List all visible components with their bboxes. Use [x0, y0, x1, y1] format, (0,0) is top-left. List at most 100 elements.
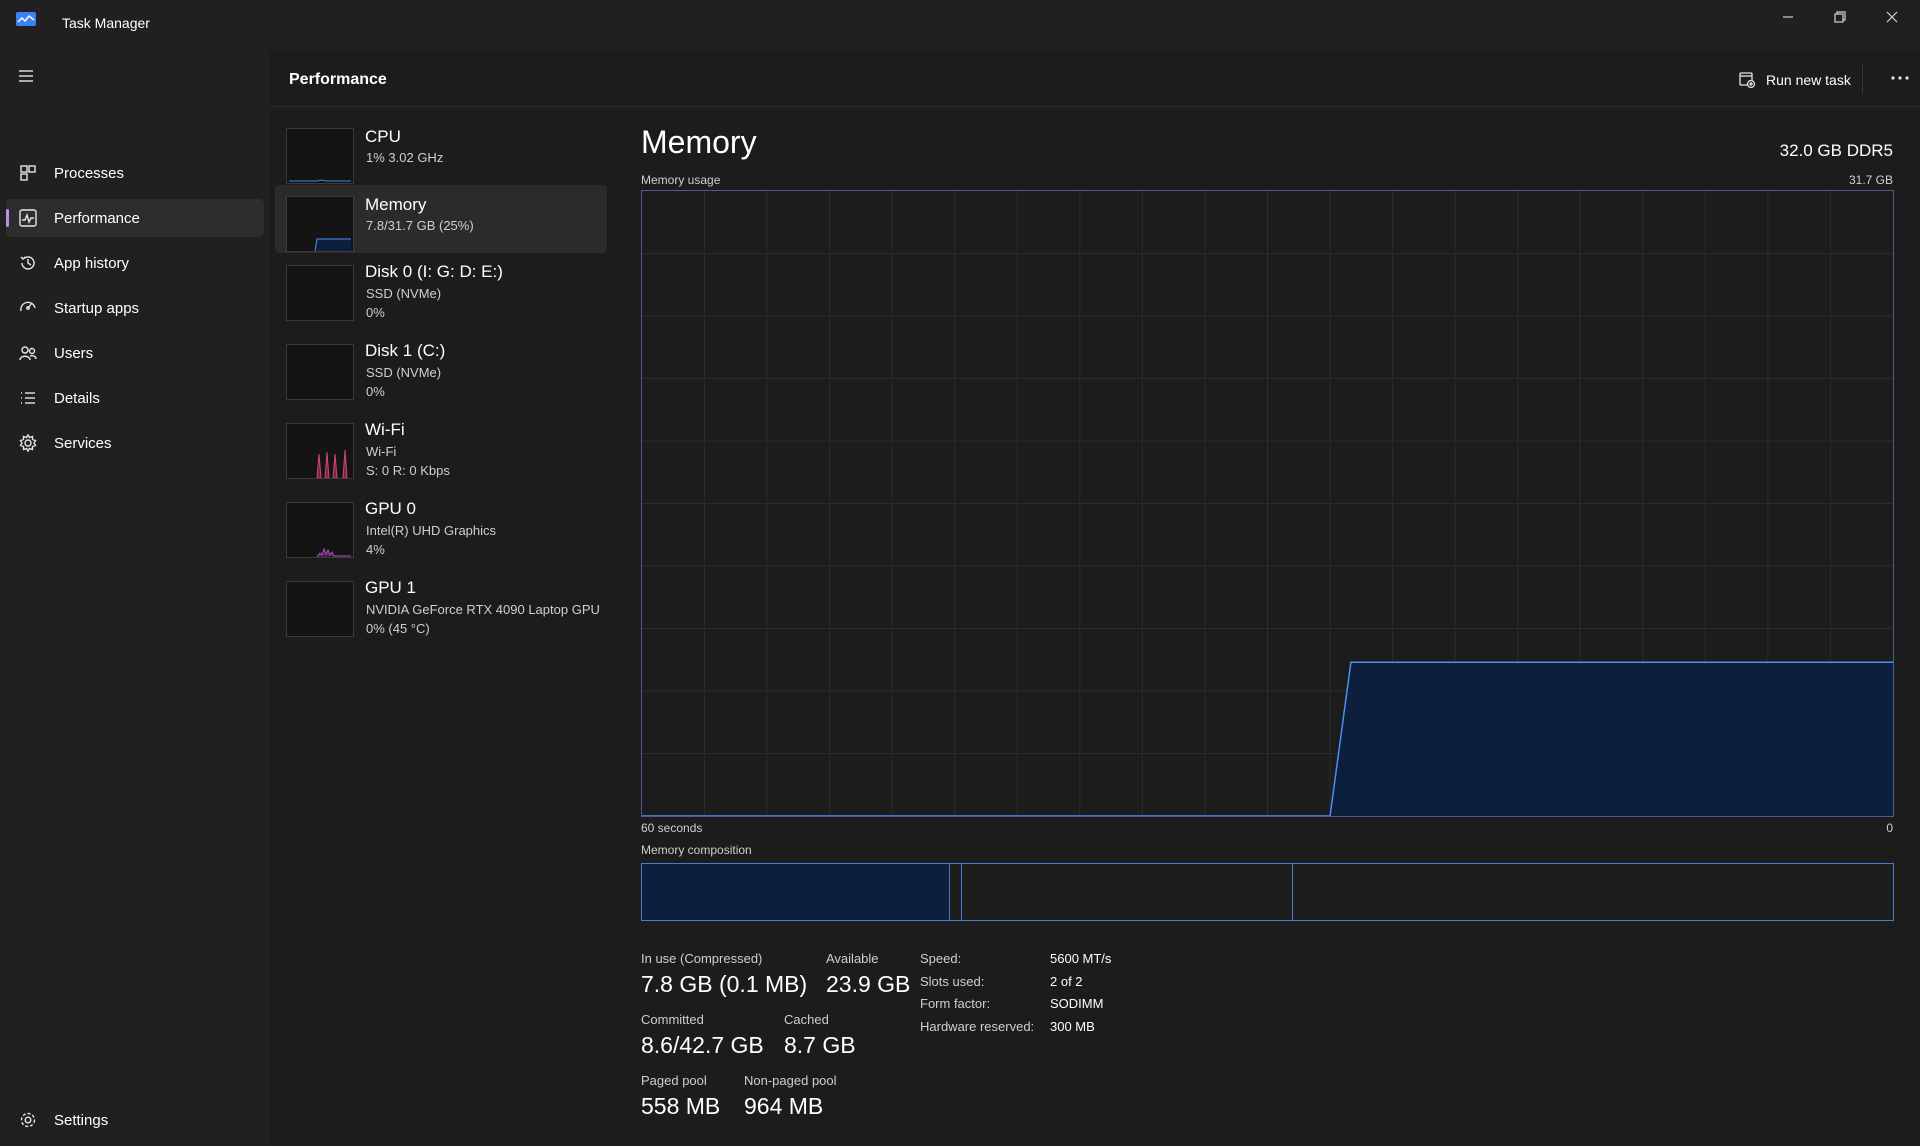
- sidebar-item-settings[interactable]: Settings: [6, 1101, 264, 1139]
- memory-spec: 32.0 GB DDR5: [1779, 141, 1893, 160]
- processes-icon: [18, 163, 38, 183]
- memory-composition-bar: [641, 863, 1894, 921]
- in-use-label: In use (Compressed): [641, 951, 763, 966]
- sidebar-item-label: App history: [54, 254, 130, 272]
- close-icon: [1886, 11, 1898, 23]
- sidebar-item-label: Startup apps: [54, 299, 140, 317]
- cached-label: Cached: [784, 1012, 829, 1027]
- slots-used-label: Slots used:: [920, 974, 985, 989]
- title-bar: Task Manager: [0, 0, 1920, 50]
- speed-value: 5600 MT/s: [1050, 951, 1112, 966]
- hardware-reserved-label: Hardware reserved:: [920, 1019, 1035, 1034]
- header-divider: [1862, 64, 1863, 94]
- device-usage: 0% (45 °C): [366, 621, 430, 636]
- device-title: Memory: [365, 195, 427, 214]
- sidebar-item-label: Services: [54, 434, 112, 452]
- sidebar-item-label: Settings: [54, 1111, 109, 1129]
- composition-in-use-segment: [642, 864, 950, 920]
- non-paged-pool-value: 964 MB: [744, 1093, 824, 1119]
- details-icon: [18, 388, 38, 408]
- users-icon: [18, 343, 38, 363]
- run-new-task-button[interactable]: Run new task: [1738, 68, 1851, 92]
- time-start-label: 60 seconds: [641, 821, 703, 835]
- paged-pool-value: 558 MB: [641, 1093, 721, 1119]
- memory-usage-label: Memory usage: [641, 173, 721, 187]
- hardware-reserved-value: 300 MB: [1050, 1019, 1095, 1034]
- device-usage: 0%: [366, 305, 385, 320]
- restore-button[interactable]: [1814, 0, 1866, 34]
- composition-standby-segment: [961, 864, 1294, 920]
- close-button[interactable]: [1866, 0, 1918, 34]
- available-label: Available: [826, 951, 879, 966]
- minimize-icon: [1783, 16, 1793, 18]
- minimize-button[interactable]: [1762, 0, 1814, 34]
- non-paged-pool-label: Non-paged pool: [744, 1073, 837, 1088]
- wifi-thumbnail: [286, 423, 354, 479]
- device-disk-1[interactable]: Disk 1 (C:) SSD (NVMe) 0%: [275, 334, 607, 406]
- cpu-thumbnail: [286, 128, 354, 184]
- device-subtitle: NVIDIA GeForce RTX 4090 Laptop GPU: [366, 602, 600, 617]
- memory-thumbnail: [286, 196, 354, 252]
- sidebar-item-processes[interactable]: Processes: [6, 154, 264, 192]
- disk-1-thumbnail: [286, 344, 354, 400]
- sidebar-item-startup-apps[interactable]: Startup apps: [6, 289, 264, 327]
- gpu-0-thumbnail: [286, 502, 354, 558]
- hamburger-menu-button[interactable]: [14, 64, 38, 88]
- device-disk-0[interactable]: Disk 0 (I: G: D: E:) SSD (NVMe) 0%: [275, 255, 607, 327]
- memory-max-label: 31.7 GB: [1848, 173, 1893, 187]
- speed-label: Speed:: [920, 951, 962, 966]
- memory-composition-label: Memory composition: [641, 843, 752, 857]
- sidebar-item-label: Performance: [54, 209, 140, 227]
- device-memory[interactable]: Memory 7.8/31.7 GB (25%): [275, 185, 607, 253]
- sidebar-item-users[interactable]: Users: [6, 334, 264, 372]
- form-factor-label: Form factor:: [920, 996, 991, 1011]
- gear-icon: [18, 1110, 38, 1130]
- device-usage: 0%: [366, 384, 385, 399]
- committed-value: 8.6/42.7 GB: [641, 1032, 764, 1058]
- run-new-task-label: Run new task: [1766, 72, 1851, 88]
- hamburger-icon: [19, 70, 33, 82]
- sidebar-item-performance[interactable]: Performance: [6, 199, 264, 237]
- task-manager-logo-icon: [16, 12, 36, 26]
- committed-label: Committed: [641, 1012, 704, 1027]
- device-title: GPU 1: [365, 578, 417, 597]
- device-subtitle: Intel(R) UHD Graphics: [366, 523, 497, 538]
- gpu-1-thumbnail: [286, 581, 354, 637]
- window-title: Task Manager: [62, 15, 150, 31]
- more-icon: [1891, 76, 1909, 80]
- composition-free-segment: [1293, 864, 1893, 920]
- sidebar-item-app-history[interactable]: App history: [6, 244, 264, 282]
- device-subtitle: Wi-Fi: [366, 444, 397, 459]
- cached-value: 8.7 GB: [784, 1032, 856, 1058]
- page-title: Performance: [289, 71, 387, 88]
- device-title: GPU 0: [365, 499, 417, 518]
- time-end-label: 0: [1886, 821, 1893, 835]
- startup-icon: [18, 298, 38, 318]
- history-icon: [18, 253, 38, 273]
- disk-0-thumbnail: [286, 265, 354, 321]
- device-subtitle: SSD (NVMe): [366, 286, 442, 301]
- memory-title: Memory: [641, 124, 757, 160]
- run-task-icon: [1739, 72, 1756, 89]
- form-factor-value: SODIMM: [1050, 996, 1104, 1011]
- device-title: Wi-Fi: [365, 420, 405, 439]
- device-title: Disk 1 (C:): [365, 341, 446, 360]
- memory-usage-chart: [642, 191, 1893, 816]
- device-usage: 4%: [366, 542, 385, 557]
- slots-used-value: 2 of 2: [1050, 974, 1083, 989]
- more-options-button[interactable]: [1882, 66, 1918, 90]
- device-subtitle: 1% 3.02 GHz: [366, 150, 444, 165]
- device-gpu-0[interactable]: GPU 0 Intel(R) UHD Graphics 4%: [275, 492, 607, 564]
- page-header: Performance Run new task: [270, 50, 1920, 107]
- device-title: CPU: [365, 127, 401, 146]
- sidebar: Processes Performance App history Startu…: [0, 50, 270, 1146]
- sidebar-item-details[interactable]: Details: [6, 379, 264, 417]
- device-gpu-1[interactable]: GPU 1 NVIDIA GeForce RTX 4090 Laptop GPU…: [275, 571, 607, 643]
- device-wifi[interactable]: Wi-Fi Wi-Fi S: 0 R: 0 Kbps: [275, 413, 607, 485]
- sidebar-item-services[interactable]: Services: [6, 424, 264, 462]
- device-title: Disk 0 (I: G: D: E:): [365, 262, 503, 281]
- available-value: 23.9 GB: [826, 971, 911, 997]
- paged-pool-label: Paged pool: [641, 1073, 707, 1088]
- device-cpu[interactable]: CPU 1% 3.02 GHz: [275, 117, 607, 184]
- restore-icon: [1834, 11, 1846, 23]
